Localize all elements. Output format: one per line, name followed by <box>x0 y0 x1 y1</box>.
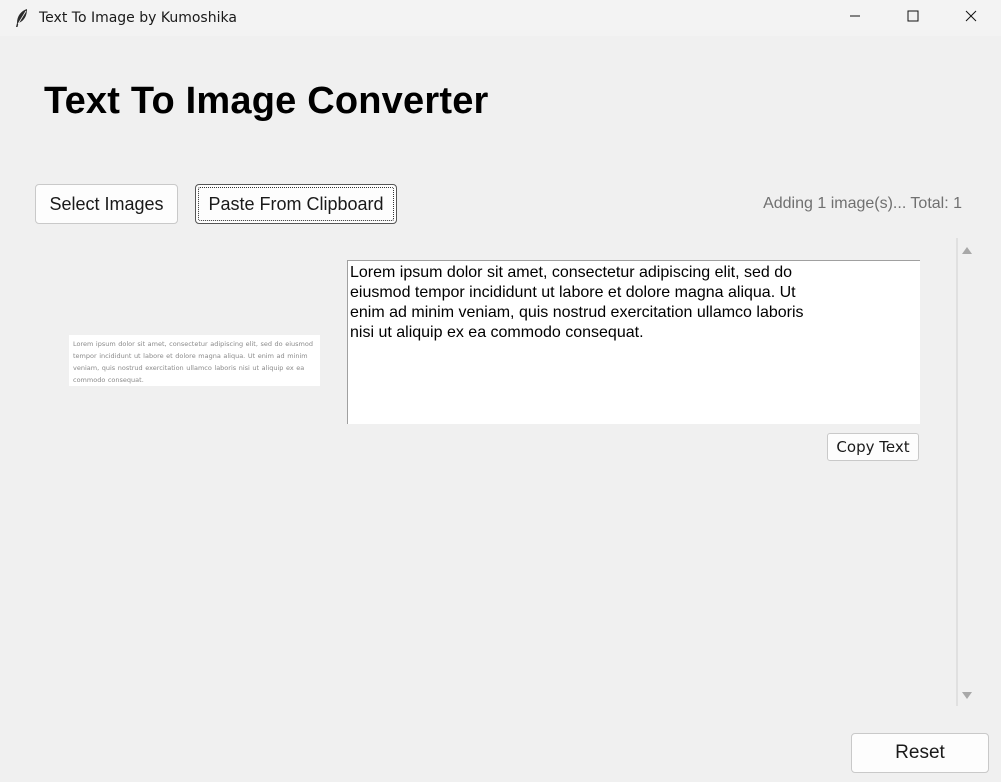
reset-button[interactable]: Reset <box>851 733 989 773</box>
page-title: Text To Image Converter <box>44 80 489 122</box>
status-text: Adding 1 image(s)... Total: 1 <box>763 195 962 212</box>
close-icon <box>965 9 977 27</box>
title-bar: Text To Image by Kumoshika <box>0 0 1001 36</box>
minimize-icon <box>849 9 861 27</box>
triangle-up-icon[interactable] <box>961 243 973 255</box>
feather-icon <box>14 8 30 28</box>
select-images-label: Select Images <box>49 193 164 214</box>
reset-label: Reset <box>895 742 945 763</box>
thumbnail-text: Lorem ipsum dolor sit amet, consectetur … <box>73 340 313 384</box>
copy-text-button[interactable]: Copy Text <box>827 433 919 461</box>
paste-from-clipboard-button[interactable]: Paste From Clipboard <box>195 184 397 224</box>
maximize-button[interactable] <box>884 0 942 36</box>
image-thumbnail: Lorem ipsum dolor sit amet, consectetur … <box>69 335 320 386</box>
window-title: Text To Image by Kumoshika <box>39 10 237 26</box>
copy-text-label: Copy Text <box>836 438 910 456</box>
vertical-scrollbar[interactable] <box>956 238 958 706</box>
close-button[interactable] <box>942 0 1000 36</box>
paste-from-clipboard-label: Paste From Clipboard <box>208 193 384 214</box>
triangle-down-icon[interactable] <box>961 689 973 701</box>
select-images-button[interactable]: Select Images <box>35 184 178 224</box>
extracted-text-area[interactable]: Lorem ipsum dolor sit amet, consectetur … <box>347 260 920 424</box>
minimize-button[interactable] <box>826 0 884 36</box>
maximize-icon <box>907 9 919 27</box>
